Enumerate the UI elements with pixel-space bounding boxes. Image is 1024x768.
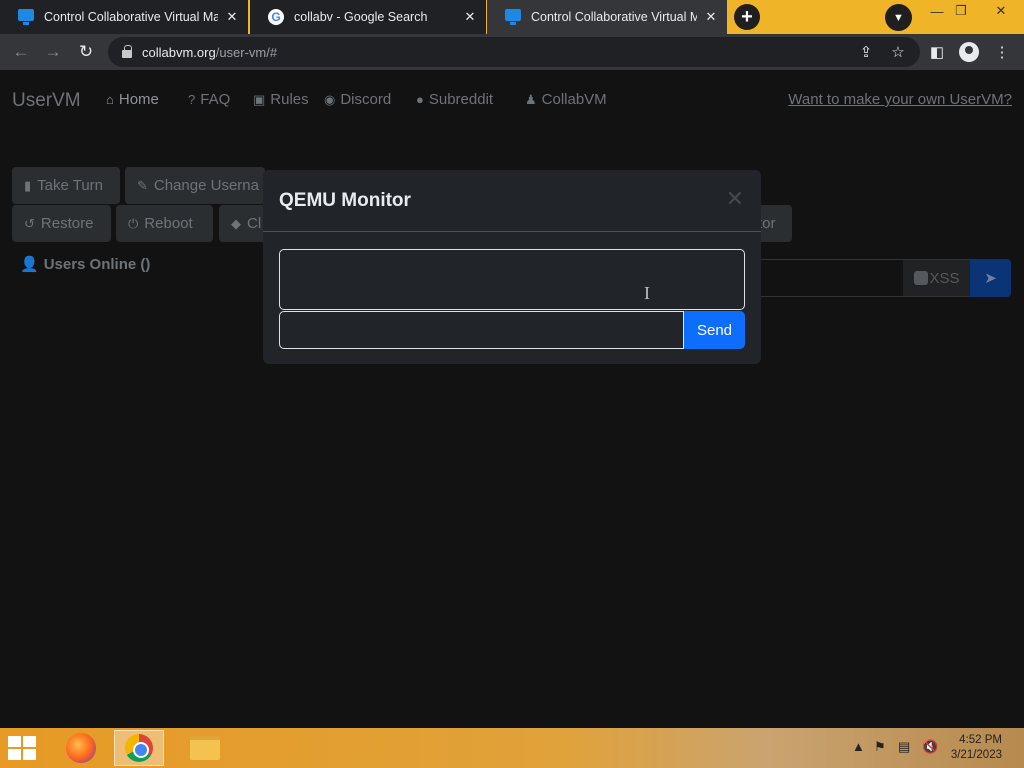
monitor-output-textarea[interactable] (279, 249, 745, 310)
tab-search-button[interactable]: ▼ (885, 4, 912, 31)
back-button[interactable]: ← (9, 40, 33, 64)
tab-title: Control Collaborative Virtual Ma (44, 10, 218, 24)
site-navbar: UserVM ⌂ Home ? FAQ ▣ Rules ◉ Discord ● Subre… (0, 70, 1024, 128)
xss-toggle[interactable]: XSS (903, 260, 971, 296)
taskbar: ▲ ⚑ ▤ 🔇 4:52 PM 3/21/2023 (0, 728, 1024, 768)
tab-title: Control Collaborative Virtual Ma (531, 10, 697, 24)
close-tab-icon[interactable]: ✕ (703, 9, 719, 25)
close-window-button[interactable]: ✕ (984, 0, 1018, 22)
restore-button[interactable]: ❐ (946, 0, 976, 22)
modal-header: QEMU Monitor ✕ (263, 170, 761, 232)
network-icon[interactable]: ▤ (898, 739, 910, 755)
lock-icon[interactable] (122, 44, 132, 58)
nav-rules[interactable]: ▣ Rules (253, 91, 309, 108)
tab-collabvm-active[interactable]: Control Collaborative Virtual Ma ✕ (487, 0, 727, 34)
reboot-button[interactable]: ⏻ Reboot (116, 205, 213, 242)
xss-checkbox[interactable] (914, 271, 929, 285)
user-icon: 👤 (20, 256, 39, 273)
text-cursor-icon: I (644, 283, 650, 303)
paper-plane-icon: ➤ (984, 270, 997, 287)
close-tab-icon[interactable]: ✕ (462, 9, 478, 25)
folder-icon (190, 736, 220, 760)
tab-collabvm-1[interactable]: Control Collaborative Virtual Ma ✕ (0, 0, 248, 34)
reddit-icon: ● (416, 92, 424, 107)
close-tab-icon[interactable]: ✕ (224, 9, 240, 25)
modal-title: QEMU Monitor (279, 190, 411, 211)
nav-subreddit[interactable]: ● Subreddit (416, 91, 493, 108)
monitor-icon (505, 9, 521, 25)
qemu-monitor-modal: QEMU Monitor ✕ Send (263, 170, 761, 364)
monitor-icon (18, 9, 34, 25)
bookmark-star-icon[interactable]: ☆ (888, 42, 908, 62)
brand-logo[interactable]: UserVM (12, 90, 81, 112)
forward-button[interactable]: → (41, 40, 65, 64)
address-bar[interactable]: collabvm.org/user-vm/# (108, 37, 920, 67)
browser-toolbar: ← → ↻ collabvm.org/user-vm/# ⇪ ☆ ◧ ⋮ (0, 34, 1024, 70)
volume-muted-icon[interactable]: 🔇 (922, 739, 938, 755)
clipboard-icon: ▣ (253, 91, 266, 107)
undo-icon: ↺ (24, 215, 35, 231)
menu-kebab-icon[interactable]: ⋮ (992, 42, 1012, 62)
eraser-icon: ◆ (231, 215, 241, 231)
windows-start-button[interactable] (8, 736, 38, 760)
page-body: UserVM ⌂ Home ? FAQ ▣ Rules ◉ Discord ● Subre… (0, 70, 1024, 728)
nav-faq[interactable]: ? FAQ (188, 91, 230, 108)
profile-avatar[interactable] (959, 42, 979, 62)
tab-title: collabv - Google Search (294, 10, 428, 24)
new-tab-button[interactable]: + (734, 4, 760, 30)
share-icon[interactable]: ⇪ (856, 42, 876, 62)
tab-google-search[interactable]: G collabv - Google Search ✕ (250, 0, 486, 34)
close-icon[interactable]: ✕ (723, 187, 747, 211)
clock-date: 3/21/2023 (950, 749, 1002, 761)
power-icon: ⏻ (128, 215, 139, 231)
taskbar-chrome[interactable] (114, 730, 164, 766)
browser-tab-strip: Control Collaborative Virtual Ma ✕ G col… (0, 0, 1024, 34)
chrome-icon (125, 734, 153, 762)
firefox-icon (66, 733, 96, 763)
monitor-command-input[interactable] (279, 311, 684, 349)
discord-icon: ◉ (324, 91, 336, 107)
clock-time: 4:52 PM (959, 734, 1002, 746)
nav-discord[interactable]: ◉ Discord (324, 91, 391, 108)
taskbar-firefox[interactable] (56, 730, 106, 766)
person-icon: ♟ (525, 91, 537, 107)
mouse-icon: ▮ (24, 177, 32, 193)
show-hidden-icons-icon[interactable]: ▲ (852, 739, 865, 754)
user-edit-icon: ✎ (137, 177, 148, 193)
restore-vm-button[interactable]: ↺ Restore (12, 205, 111, 242)
system-clock[interactable]: 4:52 PM 3/21/2023 (951, 733, 1002, 763)
nav-collabvm[interactable]: ♟ CollabVM (525, 91, 607, 108)
nav-home[interactable]: ⌂ Home (106, 91, 159, 108)
home-icon: ⌂ (106, 92, 114, 107)
flag-icon[interactable]: ⚑ (874, 739, 886, 755)
question-icon: ? (188, 92, 196, 107)
change-username-button[interactable]: ✎ Change Userna (125, 167, 265, 204)
clear-button[interactable]: ◆ Cl (219, 205, 265, 242)
google-icon: G (268, 9, 284, 25)
users-online-label: 👤 Users Online () (20, 255, 151, 274)
send-command-button[interactable]: Send (684, 311, 745, 349)
url-text: collabvm.org/user-vm/# (142, 44, 278, 60)
send-chat-button[interactable]: ➤ (970, 259, 1011, 297)
reload-button[interactable]: ↻ (74, 40, 98, 64)
side-panel-icon[interactable]: ◧ (927, 42, 947, 62)
take-turn-button[interactable]: ▮ Take Turn (12, 167, 120, 204)
make-your-own-link[interactable]: Want to make your own UserVM? (788, 91, 1012, 108)
taskbar-file-explorer[interactable] (180, 730, 230, 766)
